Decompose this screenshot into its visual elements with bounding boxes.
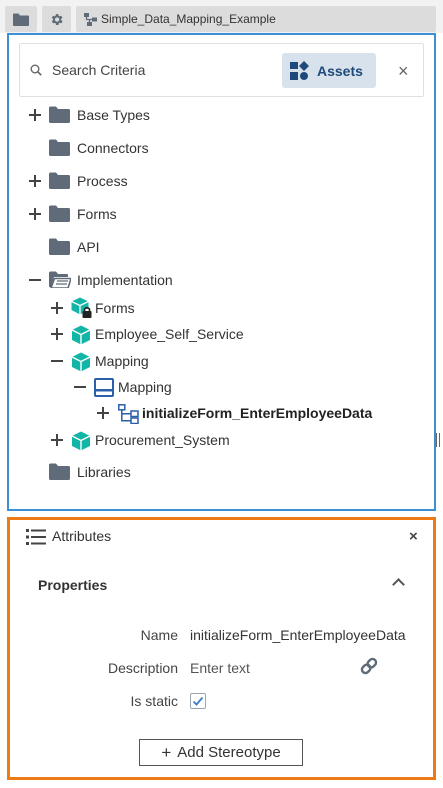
folder-icon bbox=[13, 13, 29, 26]
panel-resize-handle[interactable] bbox=[436, 433, 440, 447]
name-label: Name bbox=[140, 627, 178, 643]
tree-item[interactable]: Process bbox=[9, 169, 429, 193]
attributes-close-button[interactable]: × bbox=[409, 528, 418, 545]
folder-icon bbox=[49, 106, 70, 128]
tree-item-label: Forms bbox=[95, 300, 135, 316]
tree-item[interactable]: Procurement_System bbox=[9, 428, 429, 452]
tree-item-label: Forms bbox=[77, 206, 117, 222]
tree-item-label: Libraries bbox=[77, 464, 131, 480]
tree-item[interactable]: Base Types bbox=[9, 103, 429, 127]
tree-item[interactable]: Forms bbox=[9, 296, 429, 320]
search-clear-button[interactable]: × bbox=[398, 61, 409, 82]
chevron-up-icon[interactable] bbox=[392, 578, 405, 591]
assets-button-label: Assets bbox=[317, 62, 363, 79]
package-icon bbox=[71, 352, 91, 377]
link-icon[interactable] bbox=[359, 656, 379, 676]
expand-icon[interactable] bbox=[29, 175, 41, 187]
project-tab[interactable]: Simple_Data_Mapping_Example bbox=[76, 6, 436, 32]
asset-tree-panel: Search Criteria Assets × Base Types Conne… bbox=[7, 33, 440, 511]
collapse-icon[interactable] bbox=[29, 274, 41, 286]
tree-item[interactable]: Forms bbox=[9, 202, 429, 226]
tree-item-label: Base Types bbox=[77, 107, 150, 123]
folder-view-button[interactable] bbox=[5, 6, 37, 32]
tree-item-label: Mapping bbox=[118, 379, 172, 395]
tree-item[interactable]: Mapping bbox=[9, 349, 429, 373]
tree-item[interactable]: Employee_Self_Service bbox=[9, 322, 429, 346]
tree-item[interactable]: Connectors bbox=[9, 136, 429, 160]
tree-item-label: Process bbox=[77, 173, 128, 189]
is-static-checkbox[interactable] bbox=[190, 693, 206, 709]
mapping-icon bbox=[94, 378, 114, 402]
add-stereotype-label: Add Stereotype bbox=[177, 744, 281, 761]
add-stereotype-button[interactable]: + Add Stereotype bbox=[139, 739, 303, 766]
expand-icon[interactable] bbox=[51, 302, 63, 314]
project-tab-label: Simple_Data_Mapping_Example bbox=[101, 12, 276, 26]
plus-icon: + bbox=[161, 742, 172, 762]
tree-item[interactable]: initializeForm_EnterEmployeeData bbox=[9, 401, 429, 425]
folder-icon bbox=[49, 172, 70, 194]
package-icon bbox=[71, 325, 91, 350]
assets-button[interactable]: Assets bbox=[282, 53, 376, 88]
tree-item[interactable]: Libraries bbox=[9, 460, 429, 484]
description-label: Description bbox=[107, 660, 178, 676]
is-static-label: Is static bbox=[130, 693, 178, 709]
expand-icon[interactable] bbox=[97, 407, 109, 419]
search-bar: Search Criteria Assets × bbox=[19, 43, 424, 97]
tree-item-label: Connectors bbox=[77, 140, 149, 156]
expand-icon[interactable] bbox=[51, 434, 63, 446]
expand-icon[interactable] bbox=[29, 109, 41, 121]
attributes-title: Attributes bbox=[52, 528, 112, 544]
package-icon bbox=[71, 431, 91, 456]
search-input[interactable]: Search Criteria bbox=[52, 62, 145, 78]
locked-package-icon bbox=[71, 297, 93, 324]
folder-icon bbox=[49, 238, 70, 260]
process-graph-icon bbox=[84, 12, 97, 26]
top-toolbar: Simple_Data_Mapping_Example bbox=[0, 0, 443, 33]
name-field[interactable]: initializeForm_EnterEmployeeData bbox=[190, 627, 406, 643]
expand-icon[interactable] bbox=[51, 328, 63, 340]
attributes-panel: Attributes × Properties Name initializeF… bbox=[7, 517, 436, 780]
search-icon bbox=[30, 64, 42, 76]
properties-section-title[interactable]: Properties bbox=[38, 577, 107, 593]
tree-item[interactable]: Mapping bbox=[9, 375, 429, 399]
gear-icon bbox=[51, 13, 63, 25]
folder-icon bbox=[49, 463, 70, 485]
tree-item-label: initializeForm_EnterEmployeeData bbox=[142, 405, 373, 421]
list-icon bbox=[26, 529, 46, 545]
expand-icon[interactable] bbox=[29, 208, 41, 220]
description-field[interactable]: Enter text bbox=[190, 660, 250, 676]
folder-icon bbox=[49, 205, 70, 227]
tree-item-label: Employee_Self_Service bbox=[95, 326, 244, 342]
settings-button[interactable] bbox=[42, 6, 71, 32]
tree-item[interactable]: API bbox=[9, 235, 429, 259]
tree-item[interactable]: Implementation bbox=[9, 268, 429, 292]
tree-item-label: Procurement_System bbox=[95, 432, 230, 448]
checkmark-icon bbox=[192, 696, 204, 706]
folder-open-icon bbox=[49, 271, 73, 293]
tree-item-label: Implementation bbox=[77, 272, 173, 288]
folder-icon bbox=[49, 139, 70, 161]
tree-item-label: API bbox=[77, 239, 100, 255]
tree-item-label: Mapping bbox=[95, 353, 149, 369]
mapping-node-icon bbox=[118, 404, 139, 429]
collapse-icon[interactable] bbox=[51, 355, 63, 367]
assets-icon bbox=[290, 61, 309, 80]
collapse-icon[interactable] bbox=[74, 381, 86, 393]
